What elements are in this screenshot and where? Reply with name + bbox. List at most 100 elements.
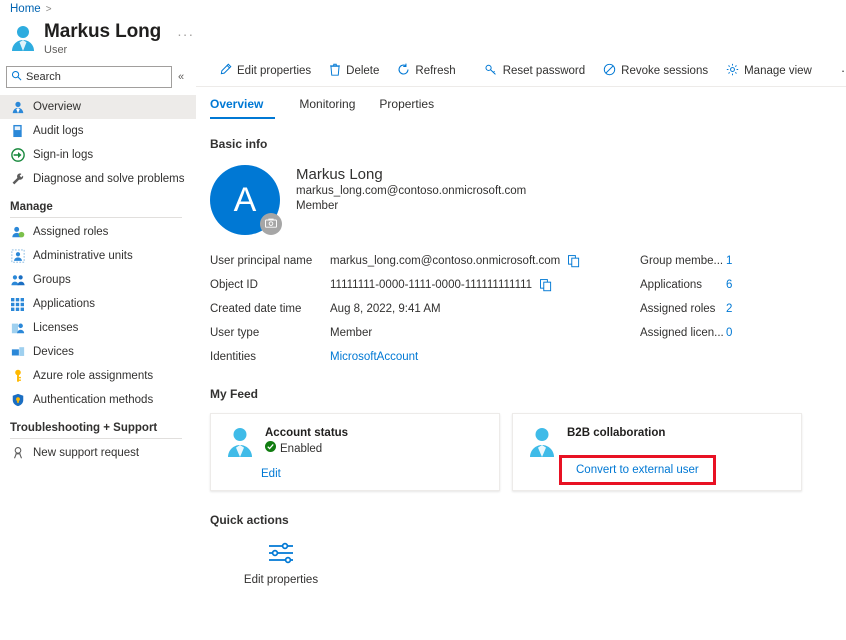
command-toolbar: Edit properties Delete Refresh xyxy=(196,56,846,87)
key-reset-icon xyxy=(484,63,498,79)
sidebar-item-label: Diagnose and solve problems xyxy=(33,173,185,185)
main-content: Edit properties Delete Refresh xyxy=(196,56,846,640)
breadcrumb-separator-icon: > xyxy=(46,4,52,15)
card-title: B2B collaboration xyxy=(567,426,665,441)
manage-view-button[interactable]: Manage view xyxy=(717,59,821,83)
stat-value[interactable]: 1 xyxy=(726,255,732,267)
copy-icon[interactable] xyxy=(568,255,580,268)
property-value: Member xyxy=(330,327,372,339)
profile-email: markus_long.com@contoso.onmicrosoft.com xyxy=(296,184,526,199)
sidebar-item-label: Devices xyxy=(33,346,74,358)
card-title: Account status xyxy=(265,426,348,441)
search-input[interactable]: Search xyxy=(6,66,172,88)
stat-row-assigned-roles: Assigned roles 2 xyxy=(640,297,732,321)
quick-action-label: Edit properties xyxy=(236,574,326,586)
groups-icon xyxy=(10,273,25,288)
revoke-sessions-button[interactable]: Revoke sessions xyxy=(594,59,717,83)
stat-value[interactable]: 0 xyxy=(726,327,732,339)
tab-overview[interactable]: Overview xyxy=(210,95,275,119)
stat-value[interactable]: 2 xyxy=(726,303,732,315)
profile-name: Markus Long xyxy=(296,165,526,184)
edit-properties-button[interactable]: Edit properties xyxy=(210,59,320,83)
property-row-created-date-time: Created date time Aug 8, 2022, 9:41 AM xyxy=(210,297,630,321)
stats-list: Group membe... 1 Applications 6 Assigned… xyxy=(640,249,732,369)
delete-button[interactable]: Delete xyxy=(320,59,388,83)
sidebar-nav-list: Overview Audit logs Sign-in logs xyxy=(0,95,196,465)
property-row-user-type: User type Member xyxy=(210,321,630,345)
stat-value[interactable]: 6 xyxy=(726,279,732,291)
convert-to-external-user-link[interactable]: Convert to external user xyxy=(559,455,716,485)
reset-password-button[interactable]: Reset password xyxy=(475,59,594,83)
refresh-button[interactable]: Refresh xyxy=(388,59,464,83)
sidebar-item-label: Sign-in logs xyxy=(33,149,93,161)
quick-action-edit-properties[interactable]: Edit properties xyxy=(236,541,326,586)
stat-label: Assigned licen... xyxy=(640,327,726,339)
support-icon xyxy=(10,446,25,461)
tab-properties[interactable]: Properties xyxy=(367,95,446,119)
card-b2b-collaboration: B2B collaboration Convert to external us… xyxy=(512,413,802,491)
basic-info-heading: Basic info xyxy=(196,137,846,151)
card-text: Account status Enabled xyxy=(265,426,348,457)
sidebar-item-label: Licenses xyxy=(33,322,78,334)
camera-icon xyxy=(265,217,277,231)
property-row-identities: Identities MicrosoftAccount xyxy=(210,345,630,369)
sidebar-item-licenses[interactable]: Licenses xyxy=(0,316,196,340)
avatar-wrapper: A xyxy=(210,165,280,235)
property-value-link[interactable]: MicrosoftAccount xyxy=(330,351,418,363)
change-photo-button[interactable] xyxy=(260,213,282,235)
card-edit-link[interactable]: Edit xyxy=(261,468,281,480)
sidebar-item-label: Applications xyxy=(33,298,95,310)
pencil-icon xyxy=(219,63,232,79)
card-text: B2B collaboration xyxy=(567,426,665,441)
sidebar-item-groups[interactable]: Groups xyxy=(0,268,196,292)
toolbar-button-label: Delete xyxy=(346,65,379,77)
page-title: Markus Long xyxy=(44,20,161,44)
sidebar-item-devices[interactable]: Devices xyxy=(0,340,196,364)
sidebar-item-assigned-roles[interactable]: Assigned roles xyxy=(0,220,196,244)
tab-monitoring[interactable]: Monitoring xyxy=(287,95,367,119)
property-label: User principal name xyxy=(210,255,330,267)
quick-actions-heading: Quick actions xyxy=(210,513,846,527)
property-row-object-id: Object ID 11111111-0000-1111-0000-111111… xyxy=(210,273,630,297)
stat-row-applications: Applications 6 xyxy=(640,273,732,297)
assigned-roles-icon xyxy=(10,225,25,240)
sidebar-item-applications[interactable]: Applications xyxy=(0,292,196,316)
profile-info: Markus Long markus_long.com@contoso.onmi… xyxy=(296,165,526,214)
sidebar-item-azure-role-assignments[interactable]: Azure role assignments xyxy=(0,364,196,388)
profile-block: A Markus Long markus_long.com@contoso.on… xyxy=(196,165,846,235)
quick-actions-section: Quick actions Edit properties xyxy=(196,513,846,586)
sidebar-item-sign-in-logs[interactable]: Sign-in logs xyxy=(0,143,196,167)
sidebar-item-label: Overview xyxy=(33,101,81,113)
sidebar-item-administrative-units[interactable]: Administrative units xyxy=(0,244,196,268)
sidebar-item-diagnose-and-solve-problems[interactable]: Diagnose and solve problems xyxy=(0,167,196,191)
header-more-button[interactable]: ··· xyxy=(177,29,194,39)
toolbar-overflow-button[interactable]: ··· xyxy=(831,67,846,75)
sidebar-item-audit-logs[interactable]: Audit logs xyxy=(0,119,196,143)
page-header-text: Markus Long User xyxy=(44,20,161,57)
copy-icon[interactable] xyxy=(540,279,552,292)
sidebar-group-label: Troubleshooting + Support xyxy=(10,422,182,438)
sidebar-item-authentication-methods[interactable]: Authentication methods xyxy=(0,388,196,412)
breadcrumb-home[interactable]: Home xyxy=(10,3,41,15)
toolbar-button-label: Manage view xyxy=(744,65,812,77)
card-status-label: Enabled xyxy=(280,442,322,457)
sign-in-icon xyxy=(10,148,25,163)
sidebar-item-label: Assigned roles xyxy=(33,226,108,238)
property-value: Aug 8, 2022, 9:41 AM xyxy=(330,303,441,315)
stat-label: Assigned roles xyxy=(640,303,726,315)
sidebar-item-label: Administrative units xyxy=(33,250,133,262)
sidebar-item-label: New support request xyxy=(33,447,139,459)
page-header: Markus Long User ··· xyxy=(10,20,194,57)
applications-grid-icon xyxy=(10,297,25,312)
card-status: Enabled xyxy=(265,441,348,457)
sidebar: Search « Overview Audit logs xyxy=(0,62,196,640)
user-icon xyxy=(527,426,557,461)
sidebar-item-new-support-request[interactable]: New support request xyxy=(0,441,196,465)
devices-icon xyxy=(10,345,25,360)
stat-label: Applications xyxy=(640,279,726,291)
sidebar-item-overview[interactable]: Overview xyxy=(0,95,196,119)
collapse-sidebar-button[interactable]: « xyxy=(172,71,190,83)
divider xyxy=(10,438,182,439)
stat-label: Group membe... xyxy=(640,255,726,267)
sidebar-group-manage: Manage xyxy=(0,201,196,218)
